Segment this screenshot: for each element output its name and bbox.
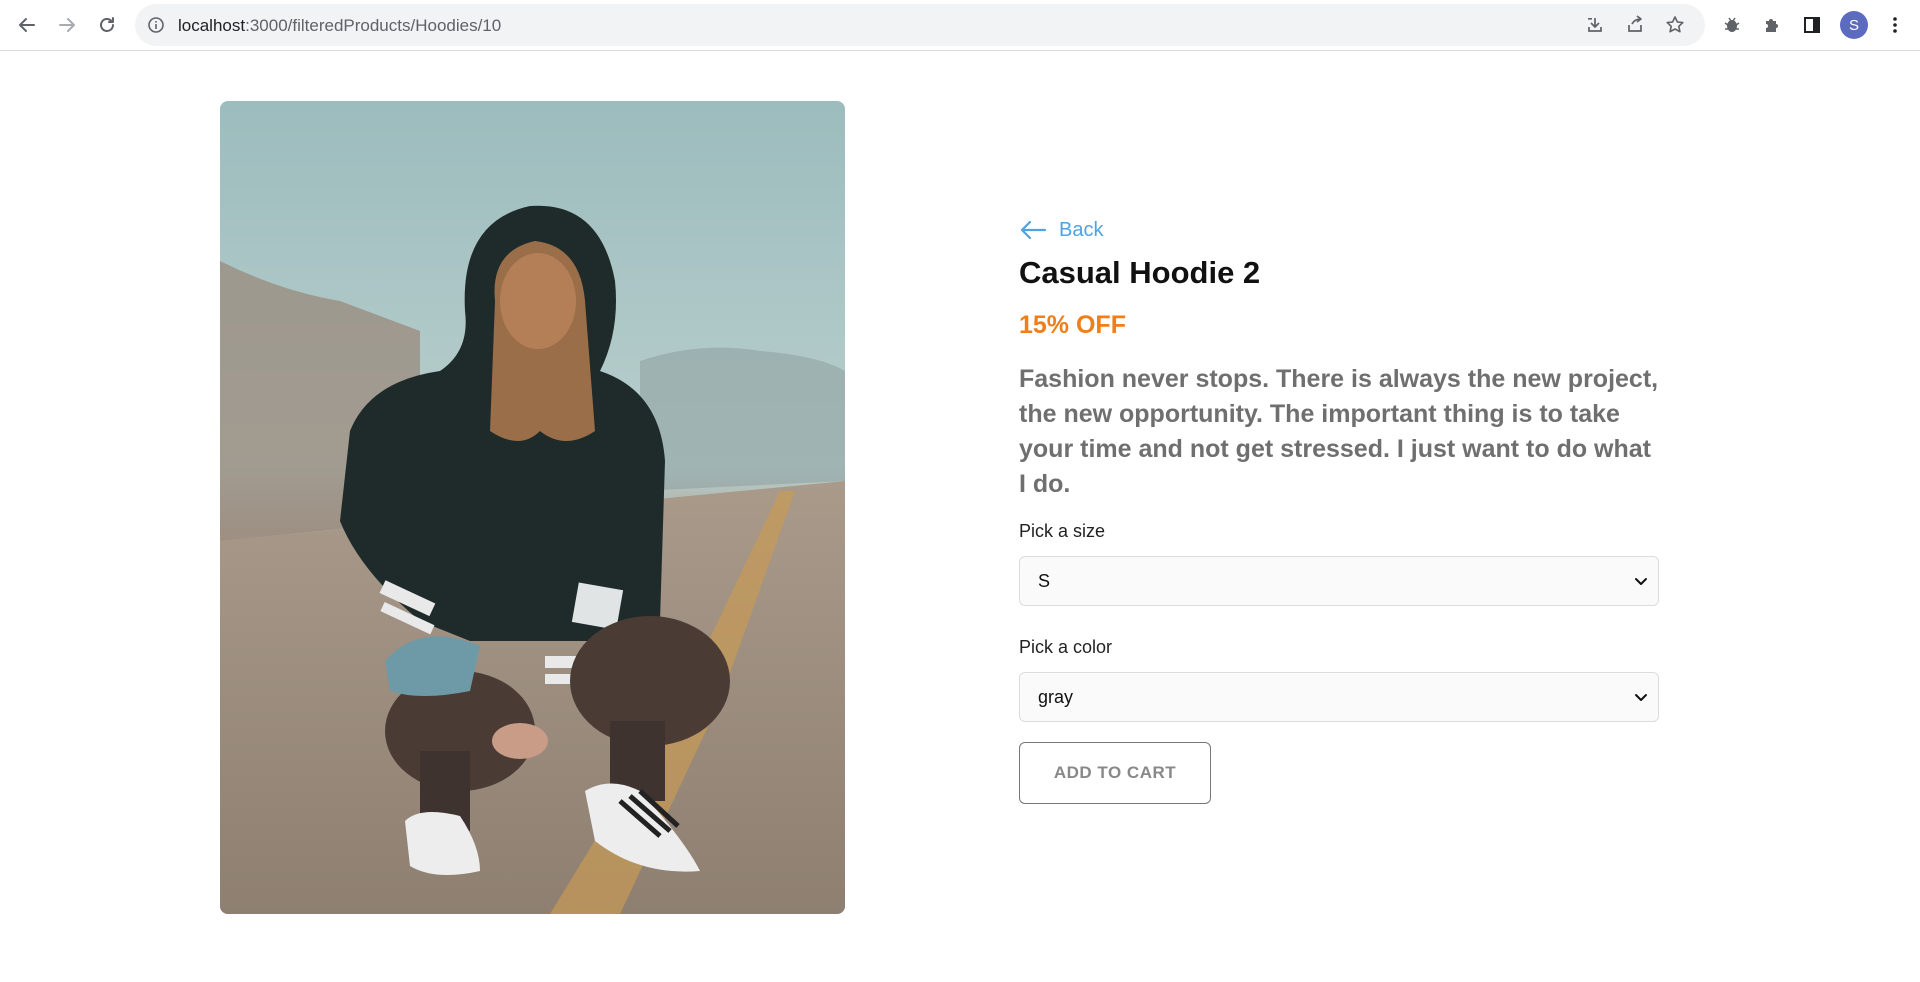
forward-icon[interactable] — [51, 9, 83, 41]
browser-toolbar: localhost:3000/filteredProducts/Hoodies/… — [0, 0, 1920, 51]
reload-icon[interactable] — [91, 9, 123, 41]
url-path: :3000/filteredProducts/Hoodies/10 — [245, 16, 502, 35]
kebab-menu-icon[interactable] — [1883, 13, 1907, 37]
back-link-label: Back — [1059, 218, 1104, 241]
back-icon[interactable] — [11, 9, 43, 41]
product-title: Casual Hoodie 2 — [1019, 255, 1261, 290]
address-bar[interactable]: localhost:3000/filteredProducts/Hoodies/… — [135, 4, 1705, 46]
product-image — [220, 101, 845, 914]
size-select-value: S — [1038, 570, 1051, 591]
side-panel-icon[interactable] — [1800, 13, 1824, 37]
product-details: Back Casual Hoodie 2 15% OFF Fashion nev… — [1019, 214, 1659, 804]
size-label: Pick a size — [1019, 521, 1106, 541]
size-select[interactable]: S — [1019, 556, 1659, 606]
url-text[interactable]: localhost:3000/filteredProducts/Hoodies/… — [178, 16, 501, 36]
bookmark-star-icon[interactable] — [1664, 14, 1686, 36]
discount-badge: 15% OFF — [1019, 311, 1126, 339]
color-label: Pick a color — [1019, 637, 1113, 657]
chevron-down-icon — [1635, 578, 1647, 585]
bug-extension-icon[interactable] — [1720, 13, 1744, 37]
url-host: localhost — [178, 16, 246, 35]
site-info-icon[interactable] — [147, 16, 165, 34]
color-select[interactable]: gray — [1019, 672, 1659, 722]
profile-avatar[interactable]: S — [1840, 11, 1868, 39]
install-icon[interactable] — [1584, 14, 1606, 36]
share-icon[interactable] — [1624, 14, 1646, 36]
color-select-value: gray — [1038, 686, 1074, 707]
back-link[interactable]: Back — [1019, 214, 1659, 246]
chevron-down-icon — [1635, 694, 1647, 701]
product-description: Fashion never stops. There is always the… — [1019, 365, 1659, 498]
arrow-left-icon — [1020, 220, 1047, 240]
add-to-cart-button[interactable]: ADD TO CART — [1019, 742, 1211, 804]
puzzle-extensions-icon[interactable] — [1760, 13, 1784, 37]
